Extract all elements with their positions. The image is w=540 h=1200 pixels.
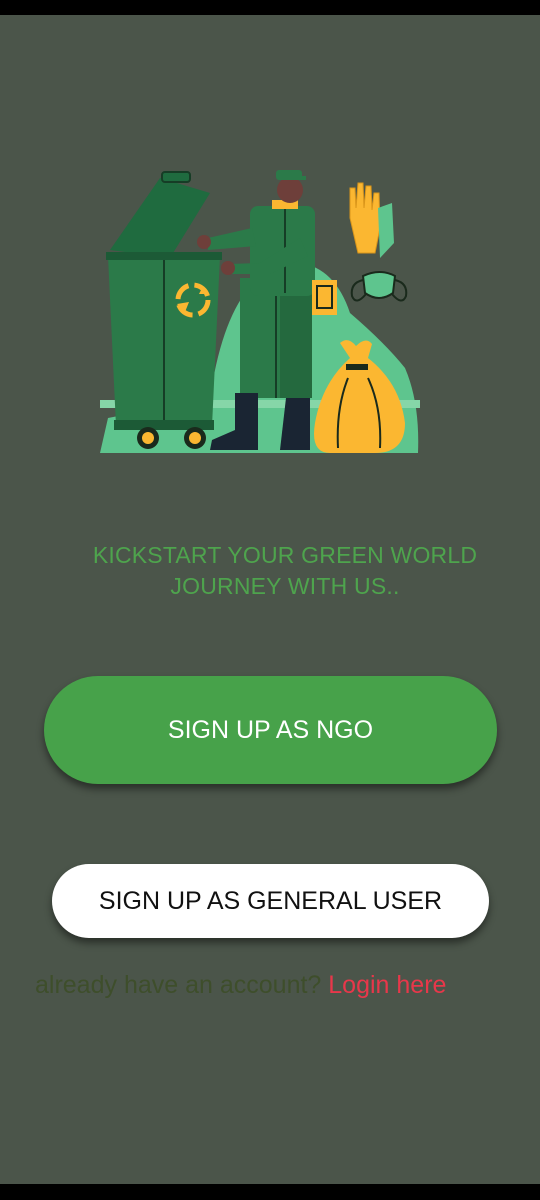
hero-illustration bbox=[100, 170, 420, 453]
mask-icon bbox=[350, 271, 408, 302]
status-bar bbox=[0, 0, 540, 15]
login-prompt-row: already have an account? Login here bbox=[35, 971, 515, 1000]
tagline: KICKSTART YOUR GREEN WORLD JOURNEY WITH … bbox=[60, 540, 510, 602]
bin-lid bbox=[110, 178, 210, 258]
login-link[interactable]: Login here bbox=[328, 971, 446, 999]
signup-general-user-button[interactable]: SIGN UP AS GENERAL USER bbox=[52, 864, 489, 938]
login-prompt-text: already have an account? bbox=[35, 971, 329, 999]
tagline-line-1: KICKSTART YOUR GREEN WORLD bbox=[92, 542, 478, 568]
signup-ngo-button[interactable]: SIGN UP AS NGO bbox=[44, 676, 497, 784]
navigation-bar bbox=[0, 1184, 540, 1200]
gloves-icon bbox=[349, 182, 381, 254]
tagline-line-2: JOURNEY WITH US.. bbox=[170, 573, 400, 599]
